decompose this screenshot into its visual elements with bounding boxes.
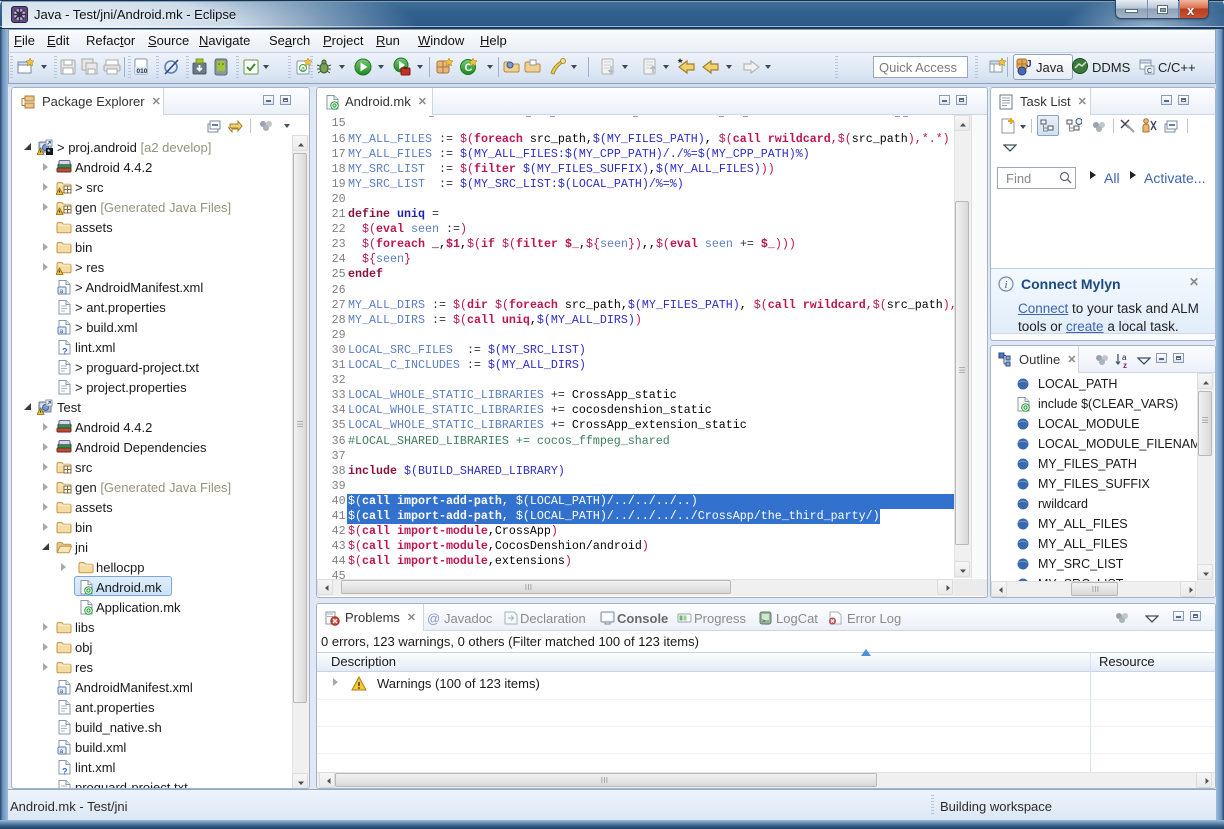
- svg-text:@: @: [427, 611, 440, 626]
- svg-text:>_: >_: [762, 619, 770, 625]
- svg-text:?: ?: [62, 347, 68, 356]
- svg-text:a: a: [60, 748, 64, 755]
- svg-text:?: ?: [62, 767, 68, 776]
- svg-text:z: z: [1123, 361, 1127, 369]
- svg-text:a: a: [60, 288, 64, 295]
- svg-text:C: C: [1147, 68, 1152, 75]
- svg-text:a: a: [60, 688, 64, 695]
- svg-text:i: i: [1005, 279, 1008, 291]
- svg-text:a: a: [301, 66, 305, 73]
- svg-text:*: *: [47, 148, 50, 155]
- svg-text:J: J: [1026, 59, 1032, 70]
- svg-text:a: a: [60, 328, 64, 335]
- svg-text:010: 010: [137, 68, 148, 75]
